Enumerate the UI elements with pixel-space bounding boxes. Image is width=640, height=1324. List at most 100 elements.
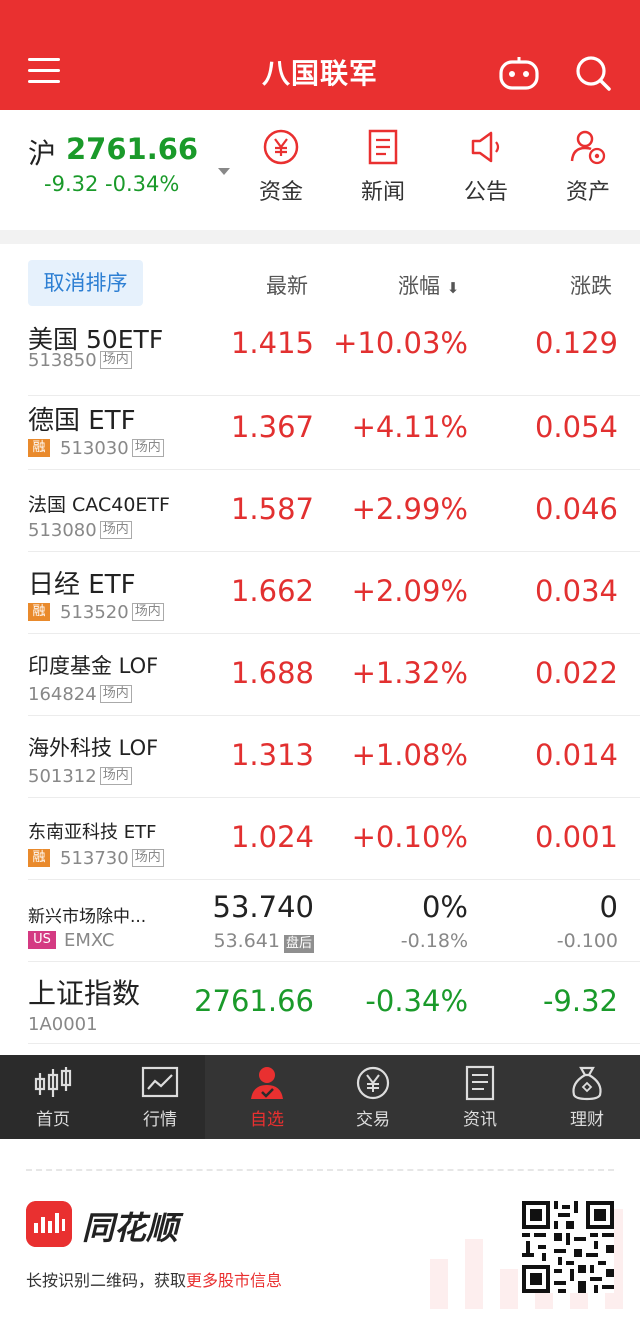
robot-assistant-icon[interactable] — [498, 54, 540, 90]
stock-change: 0.022 — [534, 656, 618, 690]
quick-announcement[interactable]: 公告 — [446, 128, 526, 206]
col-change-pct[interactable]: 涨幅 ⬇ — [398, 270, 459, 300]
page-title: 八国联军 — [261, 57, 378, 90]
list-item[interactable]: 印度基金 LOF 164824 场内 1.688 +1.32% 0.022 — [0, 634, 640, 716]
stock-code: 501312 — [28, 765, 97, 787]
col-change[interactable]: 涨跌 — [570, 270, 612, 300]
stock-change: 0.034 — [534, 574, 618, 608]
stock-code: EMXC — [64, 929, 115, 951]
stock-change-pct: -0.34% — [365, 984, 468, 1018]
stock-name: 海外科技 LOF — [28, 736, 159, 760]
market-badge: 场内 — [99, 521, 132, 539]
user-favorite-icon — [251, 1067, 283, 1099]
yuan-circle-icon — [263, 129, 299, 165]
col-latest[interactable]: 最新 — [266, 270, 308, 300]
stock-price: 1.688 — [230, 656, 314, 690]
market-badge: 场内 — [131, 849, 164, 867]
stock-name: 上证指数 — [28, 977, 141, 1010]
stock-code: 513520 — [60, 601, 129, 623]
stock-change-pct: 0% — [421, 890, 468, 924]
sort-down-arrow-icon: ⬇ — [446, 279, 460, 297]
margin-badge: 融 — [28, 849, 50, 867]
money-bag-icon — [572, 1066, 602, 1101]
stock-name: 日经 ETF — [28, 570, 136, 600]
app-header: 八国联军 — [0, 0, 640, 110]
margin-badge: 融 — [28, 603, 50, 621]
stock-change: 0.054 — [534, 410, 618, 444]
stock-price: 1.587 — [230, 492, 314, 526]
cancel-sort-button[interactable]: 取消排序 — [28, 260, 143, 306]
brand-name: 同花顺 — [82, 1209, 179, 1247]
stock-change-pct: +4.11% — [351, 410, 468, 444]
index-dropdown-icon[interactable] — [218, 168, 230, 175]
stock-price: 1.024 — [230, 820, 314, 854]
quick-funds[interactable]: 资金 — [241, 128, 321, 206]
stock-change-pct: +0.10% — [351, 820, 468, 854]
stock-change: 0.014 — [534, 738, 618, 772]
stock-price: 1.415 — [230, 326, 314, 360]
stock-price: 1.367 — [230, 410, 314, 444]
list-item[interactable]: 日经 ETF 融 513520 场内 1.662 +2.09% 0.034 — [0, 552, 640, 634]
stock-name: 印度基金 LOF — [28, 654, 159, 678]
market-badge: 场内 — [99, 685, 132, 703]
megaphone-icon — [471, 131, 500, 163]
market-badge: 场内 — [99, 351, 132, 369]
share-footer: 同花顺 长按识别二维码，获取更多股市信息 — [0, 1139, 640, 1324]
stock-code: 513080 — [28, 519, 97, 541]
stock-change: 0.046 — [534, 492, 618, 526]
quick-assets[interactable]: 资产 — [548, 128, 628, 206]
stock-price: 53.740 — [212, 890, 314, 924]
stock-code: 1A0001 — [28, 1013, 98, 1035]
asset-user-icon — [570, 130, 606, 165]
list-item[interactable]: 新兴市场除中... US EMXC 53.740 53.641 盘后 0% -0.1… — [0, 880, 640, 962]
stock-change: 0.001 — [534, 820, 618, 854]
us-market-badge: US — [28, 931, 56, 949]
quick-news[interactable]: 新闻 — [343, 128, 423, 206]
list-item[interactable]: 东南亚科技 ETF 融 513730 场内 1.024 +0.10% 0.001 — [0, 798, 640, 880]
list-item[interactable]: 美国 50ETF 513850 场内 1.415 +10.03% 0.129 — [0, 314, 640, 396]
bottom-nav: 首页 行情 自选 交易 资讯 理财 — [0, 1055, 640, 1139]
nav-wealth[interactable]: 理财 — [542, 1065, 632, 1130]
dashed-divider — [26, 1169, 614, 1171]
after-hours-change-pct: -0.18% — [400, 930, 468, 952]
after-hours-badge: 盘后 — [283, 935, 314, 953]
nav-watchlist[interactable]: 自选 — [222, 1065, 312, 1130]
section-divider — [0, 230, 640, 244]
index-market-label: 沪 — [28, 137, 57, 170]
qr-hint: 长按识别二维码，获取更多股市信息 — [26, 1271, 283, 1290]
stock-name: 德国 ETF — [28, 406, 136, 436]
stock-price: 1.662 — [230, 574, 314, 608]
stock-price: 2761.66 — [194, 984, 314, 1018]
nav-home[interactable]: 首页 — [8, 1065, 98, 1130]
candlestick-icon — [34, 1067, 72, 1097]
list-item[interactable]: 上证指数 1A0001 2761.66 -0.34% -9.32 — [0, 962, 640, 1044]
margin-badge: 融 — [28, 439, 50, 457]
stock-change: 0 — [599, 890, 618, 924]
stock-code: 513030 — [60, 437, 129, 459]
column-header: 取消排序 最新 涨幅 ⬇ 涨跌 — [0, 244, 640, 320]
index-bar[interactable]: 沪 2761.66 -9.32 -0.34% 资金 新闻 公告 资产 — [0, 110, 640, 230]
market-badge: 场内 — [131, 603, 164, 621]
nav-news[interactable]: 资讯 — [435, 1065, 525, 1130]
stock-change: 0.129 — [534, 326, 618, 360]
nav-trade[interactable]: 交易 — [328, 1065, 418, 1130]
index-value: 2761.66 — [66, 132, 199, 166]
document-icon — [368, 129, 398, 165]
list-item[interactable]: 法国 CAC40ETF 513080 场内 1.587 +2.99% 0.046 — [0, 470, 640, 552]
stock-code: 164824 — [28, 683, 97, 705]
stock-name: 东南亚科技 ETF — [28, 822, 157, 843]
after-hours-change: -0.100 — [556, 930, 618, 952]
stock-code: 513850 — [28, 349, 97, 371]
nav-market[interactable]: 行情 — [115, 1065, 205, 1130]
brand-logo-icon — [26, 1201, 72, 1247]
after-hours-price: 53.641 盘后 — [213, 930, 314, 953]
stock-price: 1.313 — [230, 738, 314, 772]
qr-code[interactable] — [522, 1201, 614, 1293]
stock-change: -9.32 — [542, 984, 618, 1018]
news-icon — [465, 1065, 495, 1101]
list-item[interactable]: 德国 ETF 融 513030 场内 1.367 +4.11% 0.054 — [0, 388, 640, 470]
stock-change-pct: +1.32% — [351, 656, 468, 690]
yuan-circle-icon — [356, 1066, 390, 1100]
search-icon[interactable] — [574, 54, 612, 92]
list-item[interactable]: 海外科技 LOF 501312 场内 1.313 +1.08% 0.014 — [0, 716, 640, 798]
